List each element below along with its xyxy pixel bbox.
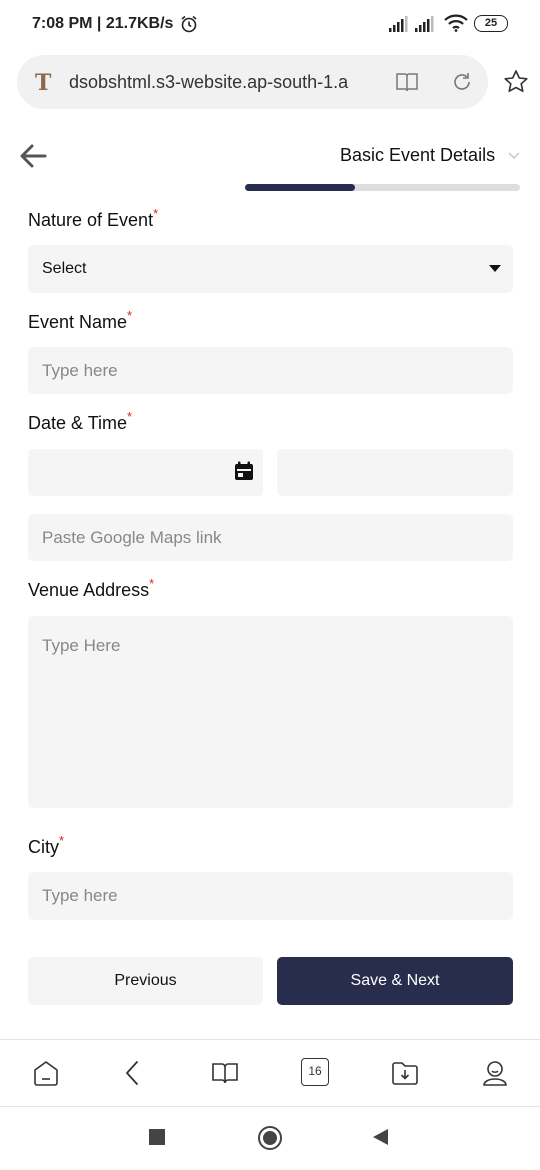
system-navigation-bar: [0, 1108, 540, 1170]
label-text: City: [28, 837, 59, 857]
previous-button[interactable]: Previous: [28, 957, 263, 1005]
venue-address-label: Venue Address*: [28, 576, 154, 601]
save-next-button[interactable]: Save & Next: [277, 957, 513, 1005]
event-name-input[interactable]: Type here: [28, 347, 513, 394]
select-value: Select: [42, 260, 87, 277]
tabs-icon[interactable]: 16: [301, 1058, 329, 1086]
label-text: Nature of Event: [28, 210, 154, 230]
nature-of-event-label: Nature of Event*: [28, 206, 158, 231]
nature-of-event-select[interactable]: Select: [28, 245, 513, 293]
event-name-label: Event Name*: [28, 308, 132, 333]
home-icon[interactable]: [31, 1058, 61, 1088]
back-icon[interactable]: [118, 1058, 148, 1088]
date-input[interactable]: [28, 449, 263, 496]
bookmark-star-icon[interactable]: [503, 69, 529, 95]
step-progress-bar: [245, 184, 520, 191]
battery-level: 25: [484, 17, 498, 29]
required-asterisk: *: [127, 409, 133, 424]
site-favicon: T: [35, 70, 52, 96]
label-text: Date & Time: [28, 413, 128, 433]
time-input[interactable]: [277, 449, 513, 496]
city-label: City*: [28, 833, 64, 858]
reader-icon[interactable]: [210, 1058, 240, 1088]
back-arrow-icon[interactable]: [18, 142, 48, 170]
profile-icon[interactable]: [480, 1058, 510, 1088]
input-placeholder: Paste Google Maps link: [42, 527, 222, 547]
input-placeholder: Type here: [42, 360, 118, 380]
status-time: 7:08 PM | 21.7KB/s: [32, 15, 174, 32]
alarm-icon: [181, 15, 197, 33]
reader-mode-icon[interactable]: [395, 71, 419, 93]
battery-icon: 25: [474, 15, 508, 32]
required-asterisk: *: [153, 206, 159, 221]
back-triangle-icon[interactable]: [371, 1128, 389, 1146]
date-time-label: Date & Time*: [28, 409, 132, 434]
google-maps-link-input[interactable]: Paste Google Maps link: [28, 514, 513, 561]
tabs-count: 16: [308, 1064, 322, 1078]
chevron-down-icon[interactable]: [507, 150, 521, 162]
input-placeholder: Type here: [42, 886, 118, 905]
venue-address-textarea[interactable]: Type Here: [28, 616, 513, 808]
downloads-icon[interactable]: [390, 1058, 420, 1088]
signal-icon: [415, 16, 434, 32]
label-text: Event Name: [28, 312, 128, 332]
label-text: Venue Address: [28, 580, 150, 600]
required-asterisk: *: [127, 308, 133, 323]
input-placeholder: Type Here: [42, 636, 121, 655]
required-asterisk: *: [59, 833, 65, 848]
signal-icon: [389, 16, 408, 32]
status-bar: 7:08 PM | 21.7KB/s 25: [0, 0, 540, 48]
step-title[interactable]: Basic Event Details: [340, 145, 495, 166]
url-text[interactable]: dsobshtml.s3-website.ap-south-1.a: [69, 72, 369, 93]
home-button-icon[interactable]: [257, 1125, 283, 1151]
wifi-icon: [444, 14, 468, 32]
url-bar[interactable]: T dsobshtml.s3-website.ap-south-1.a: [17, 55, 488, 109]
recent-apps-icon[interactable]: [149, 1129, 165, 1145]
calendar-icon[interactable]: [234, 461, 254, 481]
required-asterisk: *: [149, 576, 155, 591]
caret-down-icon: [489, 265, 501, 272]
reload-icon[interactable]: [450, 70, 474, 94]
browser-bottom-nav: 16: [0, 1039, 540, 1107]
step-progress-fill: [245, 184, 355, 191]
city-input[interactable]: Type here: [28, 872, 513, 920]
